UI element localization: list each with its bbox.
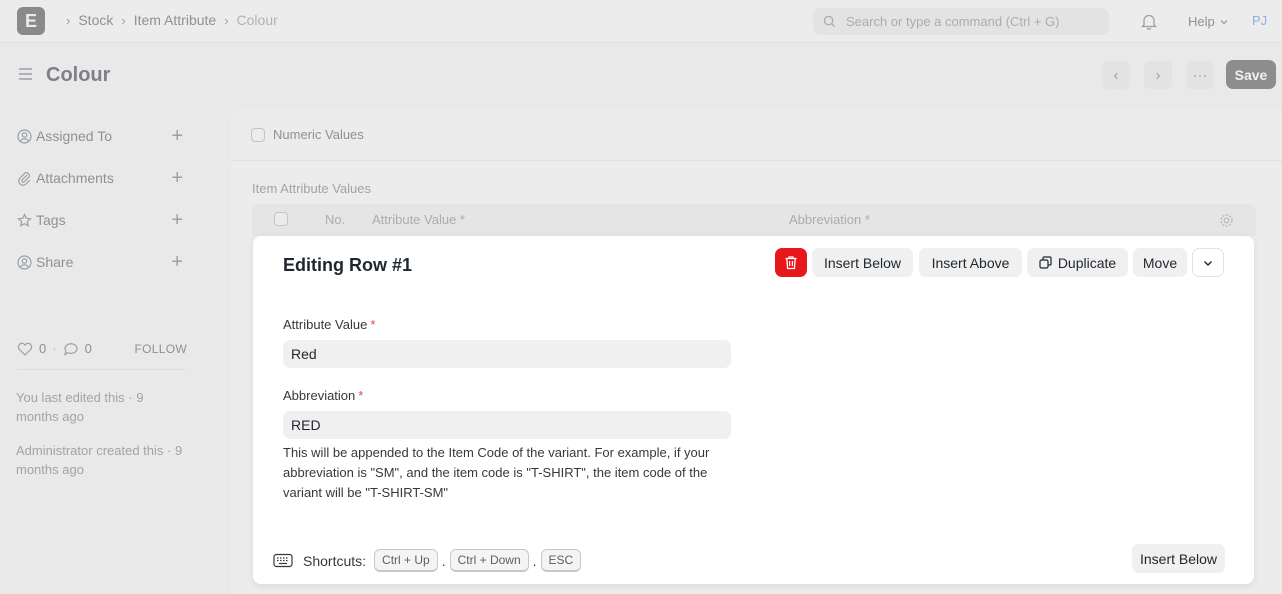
shortcuts-bar: Shortcuts: Ctrl + Up . Ctrl + Down . ESC xyxy=(273,549,582,572)
shortcuts-label: Shortcuts: xyxy=(303,552,367,569)
chevron-down-icon xyxy=(1220,19,1228,24)
add-icon[interactable]: + xyxy=(171,209,183,232)
help-label: Help xyxy=(1188,14,1215,29)
move-button[interactable]: Move xyxy=(1133,248,1187,277)
add-icon[interactable]: + xyxy=(171,125,183,148)
more-icon: ··· xyxy=(1192,66,1208,84)
attribute-value-field[interactable]: Red xyxy=(283,340,731,368)
shortcut-key: Ctrl + Up xyxy=(374,549,438,572)
insert-below-footer-button[interactable]: Insert Below xyxy=(1132,544,1226,573)
section-divider xyxy=(231,160,1282,161)
chevron-down-icon xyxy=(1204,260,1212,266)
chevron-right-icon: › xyxy=(1155,66,1161,84)
collapse-dialog-button[interactable] xyxy=(1192,248,1224,277)
more-actions-button[interactable]: ··· xyxy=(1186,61,1214,89)
column-no: No. xyxy=(325,212,346,227)
sidebar-toggle-icon[interactable] xyxy=(18,67,33,86)
breadcrumb-stock[interactable]: Stock xyxy=(78,12,113,28)
help-dropdown[interactable]: Help xyxy=(1188,14,1229,29)
attribute-value-label: Attribute Value * xyxy=(283,317,376,332)
comment-icon[interactable] xyxy=(63,342,79,356)
page-header: Colour ‹ › ··· Save xyxy=(0,44,1282,106)
chevron-left-icon: ‹ xyxy=(1113,66,1119,84)
shortcut-key: Ctrl + Down xyxy=(449,549,529,572)
search-placeholder: Search or type a command (Ctrl + G) xyxy=(846,14,1060,29)
shortcut-key: ESC xyxy=(540,549,582,572)
sidebar-item-attachments[interactable]: Attachments + xyxy=(17,167,183,189)
previous-record-button[interactable]: ‹ xyxy=(1102,61,1130,89)
paperclip-icon xyxy=(18,171,31,186)
chevron-right-icon: › xyxy=(66,12,71,28)
delete-row-button[interactable] xyxy=(775,248,807,277)
created-text: Administrator created this · 9 months ag… xyxy=(16,443,183,477)
duplicate-icon xyxy=(1039,256,1052,269)
sidebar-item-share[interactable]: Share + xyxy=(17,251,183,273)
duplicate-label: Duplicate xyxy=(1057,254,1117,271)
abbreviation-help-text: This will be appended to the Item Code o… xyxy=(283,445,710,500)
top-navbar: E › Stock › Item Attribute › Colour Sear… xyxy=(0,0,1282,43)
sidebar-item-label: Share xyxy=(36,254,74,270)
social-stats: 0 · 0 FOLLOW xyxy=(17,341,187,356)
sidebar-item-label: Attachments xyxy=(36,170,114,186)
next-record-button[interactable]: › xyxy=(1144,61,1172,89)
trash-icon xyxy=(785,256,797,270)
required-marker: * xyxy=(358,388,364,403)
column-abbreviation: Abbreviation * xyxy=(789,212,870,227)
gear-icon[interactable] xyxy=(1219,213,1234,228)
duplicate-button[interactable]: Duplicate xyxy=(1027,248,1128,277)
sidebar-item-tags[interactable]: Tags + xyxy=(17,209,183,231)
chevron-right-icon: › xyxy=(121,12,126,28)
notification-bell-icon[interactable] xyxy=(1140,13,1158,35)
breadcrumb-item-attribute[interactable]: Item Attribute xyxy=(134,12,216,28)
chevron-right-icon: › xyxy=(224,12,229,28)
sidebar-item-label: Tags xyxy=(36,212,66,228)
breadcrumb-colour[interactable]: Colour xyxy=(237,12,278,28)
edit-row-dialog: Editing Row #1 Insert Below Insert Above… xyxy=(253,236,1254,584)
page-title: Colour xyxy=(46,64,111,86)
add-icon[interactable]: + xyxy=(171,251,183,274)
add-icon[interactable]: + xyxy=(171,167,183,190)
insert-below-button[interactable]: Insert Below xyxy=(812,248,913,277)
table-label: Item Attribute Values xyxy=(252,181,371,196)
user-icon xyxy=(17,128,32,144)
abbreviation-field[interactable]: RED xyxy=(283,411,731,439)
heart-icon[interactable] xyxy=(17,342,33,356)
select-all-checkbox[interactable] xyxy=(274,212,288,226)
checkbox[interactable] xyxy=(251,127,265,142)
abbreviation-label: Abbreviation * xyxy=(283,388,364,403)
save-button[interactable]: Save xyxy=(1226,60,1276,89)
star-icon xyxy=(17,212,32,227)
last-edited-text: You last edited this · 9 months ago xyxy=(16,390,144,424)
required-marker: * xyxy=(370,317,376,332)
follow-button[interactable]: FOLLOW xyxy=(135,342,187,356)
search-input[interactable]: Search or type a command (Ctrl + G) xyxy=(813,8,1109,35)
keyboard-icon xyxy=(273,553,293,568)
breadcrumb: › Stock › Item Attribute › Colour xyxy=(58,12,278,28)
search-icon xyxy=(823,15,836,28)
sidebar-item-assigned-to[interactable]: Assigned To + xyxy=(17,125,183,147)
numeric-values-checkbox[interactable]: Numeric Values xyxy=(251,127,364,142)
comments-count: 0 xyxy=(84,341,92,356)
sidebar-item-label: Assigned To xyxy=(36,128,113,144)
share-user-icon xyxy=(17,254,32,270)
numeric-values-label: Numeric Values xyxy=(273,127,364,142)
divider xyxy=(17,369,185,370)
insert-above-button[interactable]: Insert Above xyxy=(919,248,1022,277)
column-attribute-value: Attribute Value * xyxy=(372,212,465,227)
avatar[interactable]: PJ xyxy=(1252,13,1267,28)
app-logo[interactable]: E xyxy=(17,7,45,35)
likes-count: 0 xyxy=(39,341,47,356)
dialog-title: Editing Row #1 xyxy=(283,255,413,275)
table-header: No. Attribute Value * Abbreviation * xyxy=(252,204,1256,236)
